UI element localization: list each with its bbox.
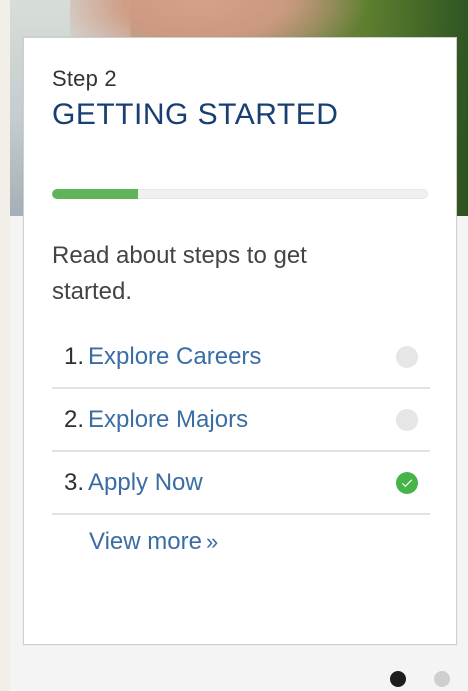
description-text: Read about steps to get started.: [52, 242, 307, 305]
pagination-dot-inactive[interactable]: [434, 671, 450, 687]
list-item[interactable]: 1. Explore Careers: [52, 326, 430, 389]
list-item-text: 1. Explore Careers: [64, 343, 261, 371]
progress-bar: [52, 189, 428, 199]
list-item-number: 2.: [64, 405, 85, 433]
page-title: GETTING STARTED: [52, 98, 339, 131]
list-item[interactable]: 3. Apply Now: [52, 452, 430, 515]
getting-started-card: Step 2 GETTING STARTED Read about steps …: [23, 37, 457, 645]
pending-status-icon: [396, 345, 418, 368]
list-item-text: 3. Apply Now: [64, 469, 203, 497]
list-item-number: 1.: [64, 342, 85, 370]
pending-status-icon: [396, 408, 418, 431]
page: Step 2 GETTING STARTED Read about steps …: [0, 0, 468, 691]
list-item-link[interactable]: Explore Careers: [88, 343, 261, 371]
list-item[interactable]: 2. Explore Majors: [52, 389, 430, 452]
check-circle-icon: [396, 471, 418, 494]
view-more-label: View more: [89, 528, 202, 555]
step-label: Step 2: [52, 66, 117, 91]
list-item-number: 3.: [64, 468, 85, 496]
view-more-link[interactable]: View more»: [89, 528, 218, 556]
steps-list: 1. Explore Careers 2. Explore Majors 3. …: [52, 326, 430, 515]
list-item-link[interactable]: Explore Majors: [88, 406, 248, 434]
progress-fill: [52, 189, 139, 199]
list-item-link[interactable]: Apply Now: [88, 469, 203, 497]
list-item-text: 2. Explore Majors: [64, 406, 248, 434]
pagination-dots: [390, 671, 450, 687]
chevron-double-right-icon: »: [205, 529, 219, 554]
pagination-dot-active[interactable]: [390, 671, 406, 687]
